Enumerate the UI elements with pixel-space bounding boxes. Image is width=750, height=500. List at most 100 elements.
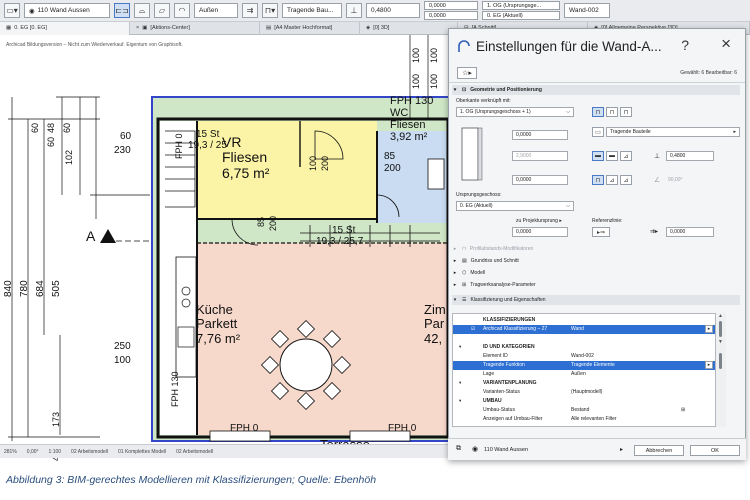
wall-vertical-icon[interactable]: ⊓ (592, 175, 604, 185)
dropdown-arrow-icon[interactable]: ▸ (705, 325, 713, 333)
list-item[interactable]: ▾ UMBAU (453, 397, 715, 406)
wall-inclined-icon[interactable]: ⊿ (606, 175, 618, 185)
list-item[interactable]: Element ID Wand-002 (453, 352, 715, 361)
chevron-down-icon[interactable]: ▾ (459, 398, 461, 404)
thickness-field[interactable]: 0,4800 (666, 151, 714, 161)
wall-geometry-arc-button[interactable]: ◠ (174, 3, 190, 18)
home-story-select[interactable]: 0. EG (Aktuell) ⌵ (456, 201, 574, 211)
structure-select[interactable]: Tragende Bauteile ▸ (606, 127, 740, 137)
scroll-up-icon[interactable]: ▲ (718, 313, 723, 319)
layer-select[interactable]: ◉ 110 Wand Aussen (24, 3, 110, 18)
list-item (453, 334, 715, 343)
section-floor-plan[interactable]: ▸ ▤ Grundriss und Schnitt (452, 256, 740, 266)
tab-action-center[interactable]: × ▣ [Aktions-Center] (130, 21, 260, 35)
wall-height-field[interactable]: 2,9000 (512, 151, 568, 161)
dim-label: 100 (429, 47, 439, 63)
section-structural[interactable]: ▸ ⊞ Tragwerksanalyse-Parameter (452, 280, 740, 290)
dim-label: FPH 0 (230, 423, 259, 434)
tab-3d[interactable]: ◈ [0] 3D] (360, 21, 458, 35)
footer-layer-select[interactable]: 110 Wand Aussen (484, 447, 528, 453)
dropdown-arrow-icon[interactable]: ▸ (705, 361, 713, 369)
zoom-level[interactable]: 281% (4, 449, 17, 455)
story-top-select[interactable]: 1. OG (Ursprungsge... (482, 1, 560, 10)
structure-select[interactable]: Tragende Bau... (282, 3, 342, 18)
tab-floor-plan[interactable]: ▦ 0. EG [0. EG] (0, 21, 130, 35)
element-id-field[interactable]: Wand-002 (564, 3, 610, 18)
list-item[interactable]: KLASSIFIZIERUNGEN (453, 316, 715, 325)
renovation-filter-select[interactable]: 02 Arbeitsmodell (176, 449, 213, 455)
project-zero-field[interactable]: 0,0000 (512, 227, 568, 237)
scale-select[interactable]: 1:100 (49, 449, 62, 455)
list-item[interactable]: Anzeigen auf Umbau-Filter Alle relevanten… (453, 415, 715, 424)
ref-line-center-icon[interactable]: ▬ (606, 151, 618, 161)
room-label-vr: VR Fliesen 6,75 m² (222, 134, 270, 181)
dim-label: 200 (320, 155, 330, 171)
watermark-text: Archicad Bildungsversion – Nicht zum Wie… (6, 42, 183, 48)
ref-side-select[interactable]: Außen (194, 3, 238, 18)
section-model[interactable]: ▸ ⬡ Modell (452, 268, 740, 278)
dim-label: 60 (46, 136, 56, 147)
layer-combination-select[interactable]: 02 Arbeitsmodell (71, 449, 108, 455)
dim-label: 60 (30, 122, 40, 133)
wall-geometry-trapezoid-button[interactable]: ⌓ (134, 3, 150, 18)
ref-line-outside-icon[interactable]: ▬ (592, 151, 604, 161)
list-item[interactable]: ▾ VARIANTENPLANUNG (453, 379, 715, 388)
chevron-down-icon[interactable]: ▾ (459, 380, 461, 386)
wall-geometry-straight-button[interactable]: ⊏⊐ (114, 3, 130, 18)
scrollbar-thumb[interactable] (719, 321, 722, 337)
favorites-button[interactable]: ☆▸ (457, 66, 477, 79)
dim-label: FPH 130 (170, 371, 180, 407)
wall-type-slanted-icon[interactable]: ⊓ (606, 107, 618, 117)
offset-top-field[interactable]: 0,0000 (424, 1, 478, 10)
top-link-select[interactable]: 1. OG (Ursprungsgeschoss + 1) ⌵ (456, 107, 574, 117)
wall-type-straight-icon[interactable]: ⊓ (592, 107, 604, 117)
ref-line-inside-icon[interactable]: ⊿ (620, 151, 632, 161)
rotation-angle[interactable]: 0,00° (27, 449, 39, 455)
property-list-scrollbar[interactable]: ▲ ▼ (716, 313, 726, 427)
ok-button[interactable]: OK (690, 445, 740, 456)
flip-direction-button[interactable]: ⇉ (242, 3, 258, 18)
classification-property-list[interactable]: KLASSIFIZIERUNGEN ☑ Archicad Klassifizier… (452, 313, 716, 427)
list-item[interactable]: ☑ Archicad Klassifizierung – 27 Wand (453, 325, 715, 334)
list-item[interactable]: Lage Außen (453, 370, 715, 379)
top-offset-field[interactable]: 0,0000 (512, 130, 568, 140)
list-item[interactable]: Umbau-Status Bestand ⊞ (453, 406, 715, 415)
wall-type-double-slanted-icon[interactable]: ⊓ (620, 107, 632, 117)
geometry-method-button[interactable]: ▭▾ (4, 3, 20, 18)
chevron-down-icon: ⌵ (566, 109, 570, 115)
wall-tool-icon (458, 39, 470, 52)
dialog-title-bar[interactable]: Einstellungen für die Wand-A... ? × (449, 29, 745, 63)
section-classification[interactable]: ▾ ☰ Klassifizierung und Eigenschaften (452, 295, 740, 305)
ref-line-select-icon[interactable]: ▸⇒ (592, 227, 610, 237)
help-button[interactable]: ? (681, 37, 689, 53)
structure-icon: ▭ (592, 127, 604, 137)
ref-offset-field[interactable]: 0,0000 (666, 227, 714, 237)
renovation-icon[interactable]: ⊞ (681, 407, 685, 413)
list-item[interactable]: Tragende Funktion Tragende Elemente (453, 361, 715, 370)
section-profile-modifiers[interactable]: ▸ ⊓ Profilabstands-Modifikatoren (452, 244, 740, 254)
scroll-down-icon[interactable]: ▼ (718, 339, 723, 345)
angle-value: 90,00° (668, 177, 683, 183)
structure-type-button[interactable]: ⊓▾ (262, 3, 278, 18)
chevron-right-icon: ▸ (733, 129, 736, 135)
close-button[interactable]: × (721, 34, 731, 54)
list-item[interactable]: ▾ ID UND KATEGORIEN (453, 343, 715, 352)
dim-label: 85 (256, 216, 266, 227)
dim-label: 200 (268, 215, 278, 231)
thickness-field[interactable]: 0,4800 (366, 3, 420, 18)
story-bottom-select[interactable]: 0. EG (Aktuell) (482, 11, 560, 20)
model-view-select[interactable]: 01 Komplettes Modell (118, 449, 166, 455)
structural-icon: ⊞ (462, 282, 467, 288)
section-geometry[interactable]: ▾ ⊡ Geometrie und Positionierung (452, 85, 740, 95)
chevron-down-icon[interactable]: ▾ (459, 344, 461, 350)
scrollbar-thumb-lower[interactable] (719, 353, 722, 369)
close-icon[interactable]: × (136, 25, 139, 31)
offset-bottom-field[interactable]: 0,0000 (424, 11, 478, 20)
wall-geometry-polygon-button[interactable]: ▱ (154, 3, 170, 18)
cancel-button[interactable]: Abbrechen (634, 445, 684, 456)
tab-layout[interactable]: ▤ [A4 Master Hochformat] (260, 21, 360, 35)
list-item[interactable]: Varianten-Status (Hauptmodell) (453, 388, 715, 397)
checkbox-icon[interactable]: ☑ (471, 326, 475, 332)
wall-double-inclined-icon[interactable]: ⊿ (620, 175, 632, 185)
bottom-offset-field[interactable]: 0,0000 (512, 175, 568, 185)
